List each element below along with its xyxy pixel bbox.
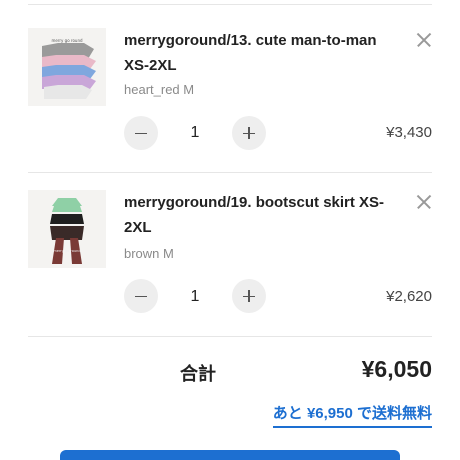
svg-text:merry go round: merry go round xyxy=(51,38,83,43)
product-title[interactable]: merrygoround/13. cute man-to-man XS-2XL xyxy=(124,28,396,78)
quantity-value: 1 xyxy=(190,124,200,141)
divider xyxy=(28,172,432,173)
divider xyxy=(28,4,432,5)
product-variant: heart_red M xyxy=(124,82,195,97)
remove-item-button[interactable] xyxy=(412,190,436,214)
item-price: ¥2,620 xyxy=(386,288,432,305)
increase-quantity-button[interactable] xyxy=(232,279,266,313)
quantity-value: 1 xyxy=(190,288,200,305)
total-value: ¥6,050 xyxy=(361,356,432,382)
product-variant: brown M xyxy=(124,246,174,261)
product-title[interactable]: merrygoround/19. bootscut skirt XS-2XL xyxy=(124,190,396,240)
svg-text:merry go round: merry go round xyxy=(53,249,80,253)
free-shipping-link[interactable]: あと ¥6,950 で送料無料 xyxy=(272,402,432,428)
item-price: ¥3,430 xyxy=(386,124,432,141)
minus-icon xyxy=(135,132,147,135)
product-image[interactable]: merry go round xyxy=(28,190,106,268)
total-label: 合計 xyxy=(180,364,216,384)
cart-page: merry go round merrygoround/13. cute man… xyxy=(0,0,460,460)
divider xyxy=(28,336,432,337)
increase-quantity-button[interactable] xyxy=(232,116,266,150)
decrease-quantity-button[interactable] xyxy=(124,279,158,313)
product-image[interactable]: merry go round xyxy=(28,28,106,106)
minus-icon xyxy=(135,295,147,298)
decrease-quantity-button[interactable] xyxy=(124,116,158,150)
remove-item-button[interactable] xyxy=(412,28,436,52)
checkout-button[interactable] xyxy=(60,450,400,460)
